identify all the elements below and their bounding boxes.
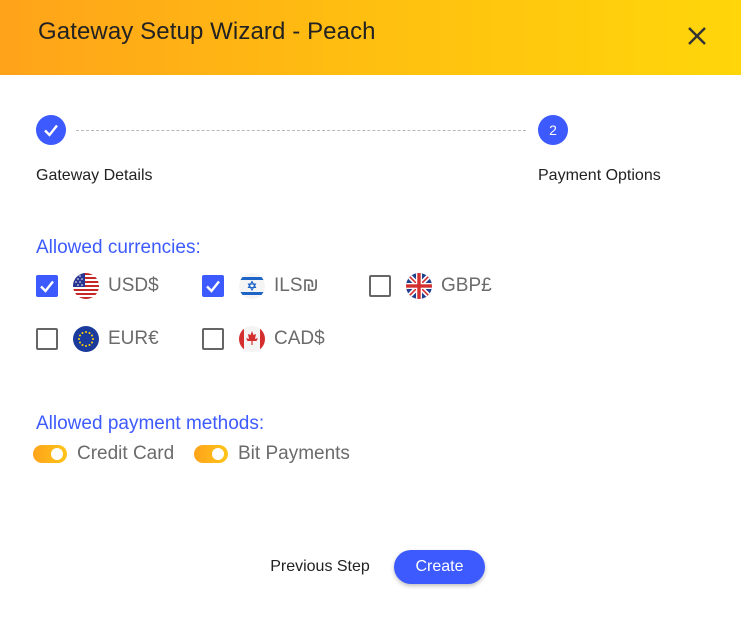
eu-flag-icon <box>73 326 99 352</box>
currency-label-eur: EUR€ <box>108 328 159 349</box>
allowed-payment-methods-label: Allowed payment methods: <box>36 413 265 434</box>
check-icon <box>206 280 220 293</box>
step-2-indicator[interactable]: 2 <box>538 115 568 145</box>
currency-option-cad[interactable]: CAD$ <box>202 324 325 354</box>
step-2-label: Payment Options <box>538 167 661 184</box>
credit-card-toggle-row[interactable]: Credit Card <box>33 441 174 467</box>
currency-label-cad: CAD$ <box>274 328 325 349</box>
stepper-connector <box>76 130 526 131</box>
currency-label-gbp: GBP£ <box>441 275 492 296</box>
cad-checkbox[interactable] <box>202 328 224 350</box>
uk-flag-icon <box>406 273 432 299</box>
currency-label-usd: USD$ <box>108 275 159 296</box>
currency-label-ils: ILS₪ <box>274 275 319 296</box>
check-icon <box>44 124 58 137</box>
bit-payments-toggle-row[interactable]: Bit Payments <box>194 441 350 467</box>
ils-checkbox[interactable] <box>202 275 224 297</box>
credit-card-label: Credit Card <box>77 443 175 464</box>
currency-option-gbp[interactable]: GBP£ <box>369 271 492 301</box>
toggle-knob <box>51 448 63 460</box>
currency-option-usd[interactable]: USD$ <box>36 271 159 301</box>
toggle-knob <box>212 448 224 460</box>
allowed-currencies-label: Allowed currencies: <box>36 237 201 258</box>
us-flag-icon <box>73 273 99 299</box>
credit-card-toggle[interactable] <box>33 445 67 463</box>
close-icon <box>688 27 706 45</box>
dialog-header: Gateway Setup Wizard - Peach <box>0 0 741 75</box>
step-1-indicator[interactable] <box>36 115 66 145</box>
previous-step-button[interactable]: Previous Step <box>260 553 380 581</box>
bit-payments-label: Bit Payments <box>238 443 350 464</box>
eur-checkbox[interactable] <box>36 328 58 350</box>
dialog-title: Gateway Setup Wizard - Peach <box>38 18 376 45</box>
close-button[interactable] <box>684 23 710 49</box>
gateway-setup-dialog: Gateway Setup Wizard - Peach 2 Gateway D… <box>0 0 741 619</box>
currency-option-eur[interactable]: EUR€ <box>36 324 159 354</box>
currency-option-ils[interactable]: ILS₪ <box>202 271 319 301</box>
gbp-checkbox[interactable] <box>369 275 391 297</box>
usd-checkbox[interactable] <box>36 275 58 297</box>
bit-payments-toggle[interactable] <box>194 445 228 463</box>
check-icon <box>40 280 54 293</box>
israel-flag-icon <box>239 273 265 299</box>
step-1-label: Gateway Details <box>36 167 153 184</box>
canada-flag-icon <box>239 326 265 352</box>
create-button[interactable]: Create <box>394 550 485 584</box>
